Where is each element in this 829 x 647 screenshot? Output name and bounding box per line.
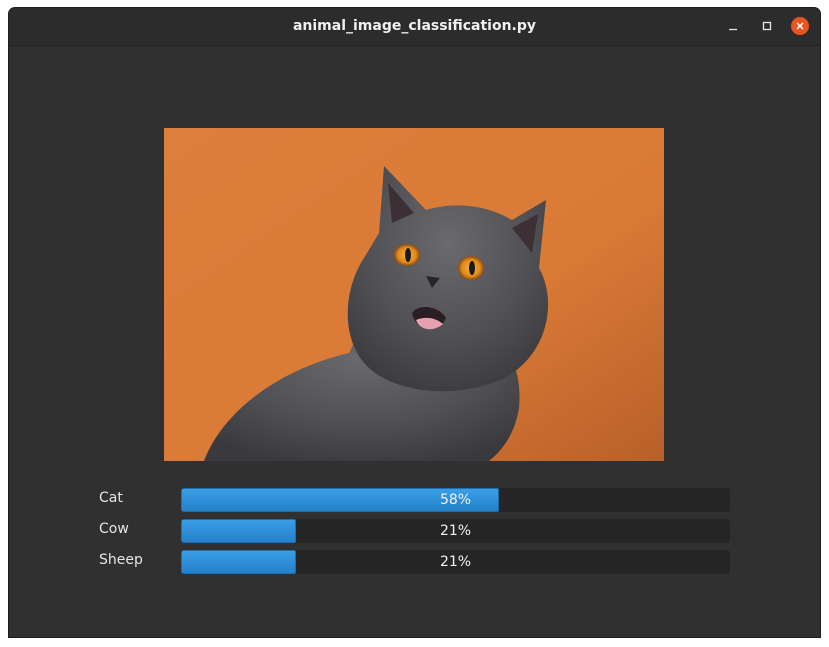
title-bar[interactable]: animal_image_classification.py xyxy=(9,8,820,46)
label-cow: Cow xyxy=(99,521,129,537)
maximize-button[interactable] xyxy=(758,17,776,35)
window-title: animal_image_classification.py xyxy=(292,18,537,34)
maximize-icon xyxy=(762,21,772,31)
close-button[interactable] xyxy=(791,17,809,35)
progress-text-cow: 21% xyxy=(439,523,472,539)
label-cat: Cat xyxy=(99,490,123,506)
cat-photo xyxy=(164,128,664,461)
progress-bar-sheep: 21% xyxy=(181,550,730,574)
progress-bar-cow: 21% xyxy=(181,519,730,543)
app-window: animal_image_classification.py Cat 58% C… xyxy=(9,8,820,637)
minimize-button[interactable] xyxy=(724,17,742,35)
progress-text-sheep: 21% xyxy=(439,554,472,570)
minimize-icon xyxy=(729,28,737,31)
close-icon xyxy=(796,22,804,30)
label-sheep: Sheep xyxy=(99,552,143,568)
progress-text-cat: 58% xyxy=(439,492,472,508)
progress-bar-cat: 58% xyxy=(181,488,730,512)
main-content: Cat 58% Cow 21% Sheep 21% xyxy=(9,46,820,637)
